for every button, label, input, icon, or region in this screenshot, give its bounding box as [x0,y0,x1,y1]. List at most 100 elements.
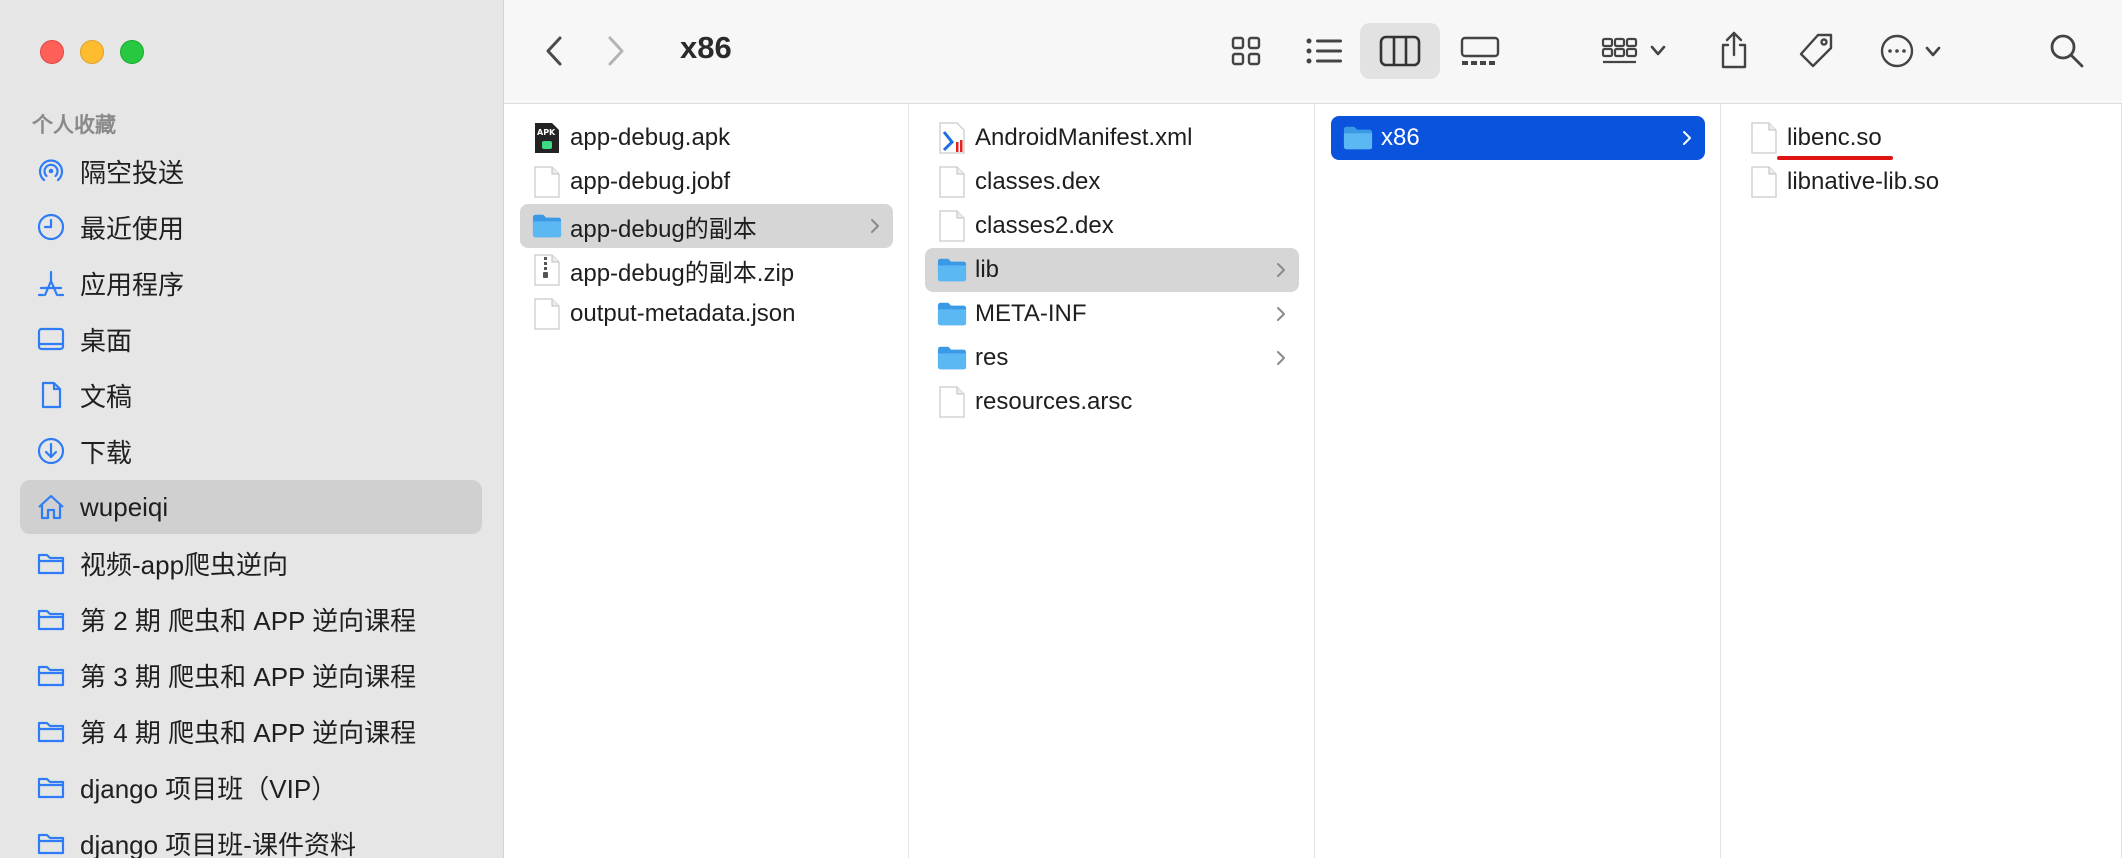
file-name: res [975,344,1009,371]
applications-icon [34,266,68,300]
folder-icon [937,341,967,375]
minimize-window-button[interactable] [80,40,104,64]
file-row[interactable]: app-debug的副本.zip [520,248,893,292]
sidebar-item-label: 应用程序 [80,269,185,300]
tag-icon [1799,33,1833,68]
tags-button[interactable] [1790,26,1842,76]
file-icon [532,297,562,331]
file-name: libnative-lib.so [1787,168,1940,195]
file-icon [1749,121,1779,155]
sidebar-item[interactable]: 隔空投送 [20,144,482,198]
file-row[interactable]: libenc.so [1737,116,2106,160]
more-actions-button[interactable] [1876,27,1956,75]
list-view-button[interactable] [1298,27,1350,75]
file-name: app-debug.apk [570,124,731,151]
column-view-button[interactable] [1360,23,1440,79]
file-name: AndroidManifest.xml [975,124,1193,151]
icon-view-button[interactable] [1222,27,1270,75]
toolbar: x86 [504,0,2122,104]
chevron-right-icon [1275,348,1287,368]
search-icon [2050,34,2084,68]
airdrop-icon [34,154,68,188]
list-icon [1306,38,1342,64]
file-row[interactable]: app-debug的副本 [520,204,893,248]
file-row[interactable]: classes2.dex [925,204,1299,248]
sidebar-item-label: django 项目班-课件资料 [80,829,356,858]
sidebar-item-label: 视频-app爬虫逆向 [80,549,289,580]
sidebar-item[interactable]: 桌面 [20,312,482,366]
folder-icon [937,253,967,287]
gallery-view-button[interactable] [1452,27,1508,75]
group-by-icon [1601,37,1666,64]
folder-icon [937,297,967,331]
finder-window: 个人收藏 隔空投送 最近使用 应用程序 桌面 文稿 下载 wupeiqi 视频-app爬虫逆向… [0,0,2122,858]
sidebar: 个人收藏 隔空投送 最近使用 应用程序 桌面 文稿 下载 wupeiqi 视频-app爬虫逆向… [0,0,504,858]
ellipsis-circle-icon [1880,34,1941,68]
folder-icon [34,770,68,804]
file-icon [937,165,967,199]
sidebar-item[interactable]: 第 4 期 爬虫和 APP 逆向课程 [20,704,482,758]
file-row[interactable]: output-metadata.json [520,292,893,336]
folder-icon [532,209,562,243]
apk-file-icon: APK [532,121,562,155]
sidebar-item-label: 第 2 期 爬虫和 APP 逆向课程 [80,605,417,636]
file-row[interactable]: APK app-debug.apk [520,116,893,160]
file-row[interactable]: META-INF [925,292,1299,336]
file-name: x86 [1381,124,1420,151]
chevron-right-icon [608,36,624,66]
sidebar-item[interactable]: 第 2 期 爬虫和 APP 逆向课程 [20,592,482,646]
back-button[interactable] [534,30,574,72]
sidebar-item[interactable]: django 项目班（VIP） [20,760,482,814]
close-window-button[interactable] [40,40,64,64]
file-row[interactable]: lib [925,248,1299,292]
file-row[interactable]: res [925,336,1299,380]
forward-button[interactable] [596,30,636,72]
folder-icon [34,546,68,580]
file-name: classes.dex [975,168,1101,195]
chevron-right-icon [1275,260,1287,280]
file-row[interactable]: x86 [1331,116,1705,160]
sidebar-item[interactable]: 第 3 期 爬虫和 APP 逆向课程 [20,648,482,702]
sidebar-item-label: django 项目班（VIP） [80,773,338,804]
share-icon [1721,31,1747,69]
sidebar-item[interactable]: 视频-app爬虫逆向 [20,536,482,590]
file-name: resources.arsc [975,388,1133,415]
chevron-left-icon [546,36,562,66]
sidebar-item[interactable]: 下载 [20,424,482,478]
file-row[interactable]: app-debug.jobf [520,160,893,204]
clock-icon [34,210,68,244]
zip-file-icon [532,253,562,287]
sidebar-item[interactable]: 文稿 [20,368,482,422]
file-name: libenc.so [1787,124,1882,151]
column-1: APK app-debug.apk app-debug.jobf app-debug的… [504,104,909,858]
file-icon [937,385,967,419]
file-row[interactable]: libnative-lib.so [1737,160,2106,204]
sidebar-item[interactable]: django 项目班-课件资料 [20,816,482,858]
folder-icon [34,826,68,858]
column-3: x86 [1315,104,1721,858]
zoom-window-button[interactable] [120,40,144,64]
document-icon [34,378,68,412]
download-icon [34,434,68,468]
chevron-right-icon [1681,128,1693,148]
file-icon [1749,165,1779,199]
file-row[interactable]: resources.arsc [925,380,1299,424]
columns-icon [1379,35,1421,67]
file-name: app-debug的副本 [570,215,757,243]
group-button[interactable] [1598,27,1680,75]
gallery-icon [1460,36,1500,65]
home-icon [34,490,68,524]
search-button[interactable] [2044,28,2090,74]
sidebar-item[interactable]: 应用程序 [20,256,482,310]
sidebar-item[interactable]: 最近使用 [20,200,482,254]
sidebar-item-label: 下载 [80,437,133,468]
share-button[interactable] [1710,24,1758,76]
sidebar-item-label: 文稿 [80,381,133,412]
file-row[interactable]: classes.dex [925,160,1299,204]
file-name: lib [975,256,1000,283]
folder-icon [34,658,68,692]
folder-icon [34,714,68,748]
file-row[interactable]: AndroidManifest.xml [925,116,1299,160]
sidebar-item[interactable]: wupeiqi [20,480,482,534]
chevron-right-icon [1275,304,1287,324]
